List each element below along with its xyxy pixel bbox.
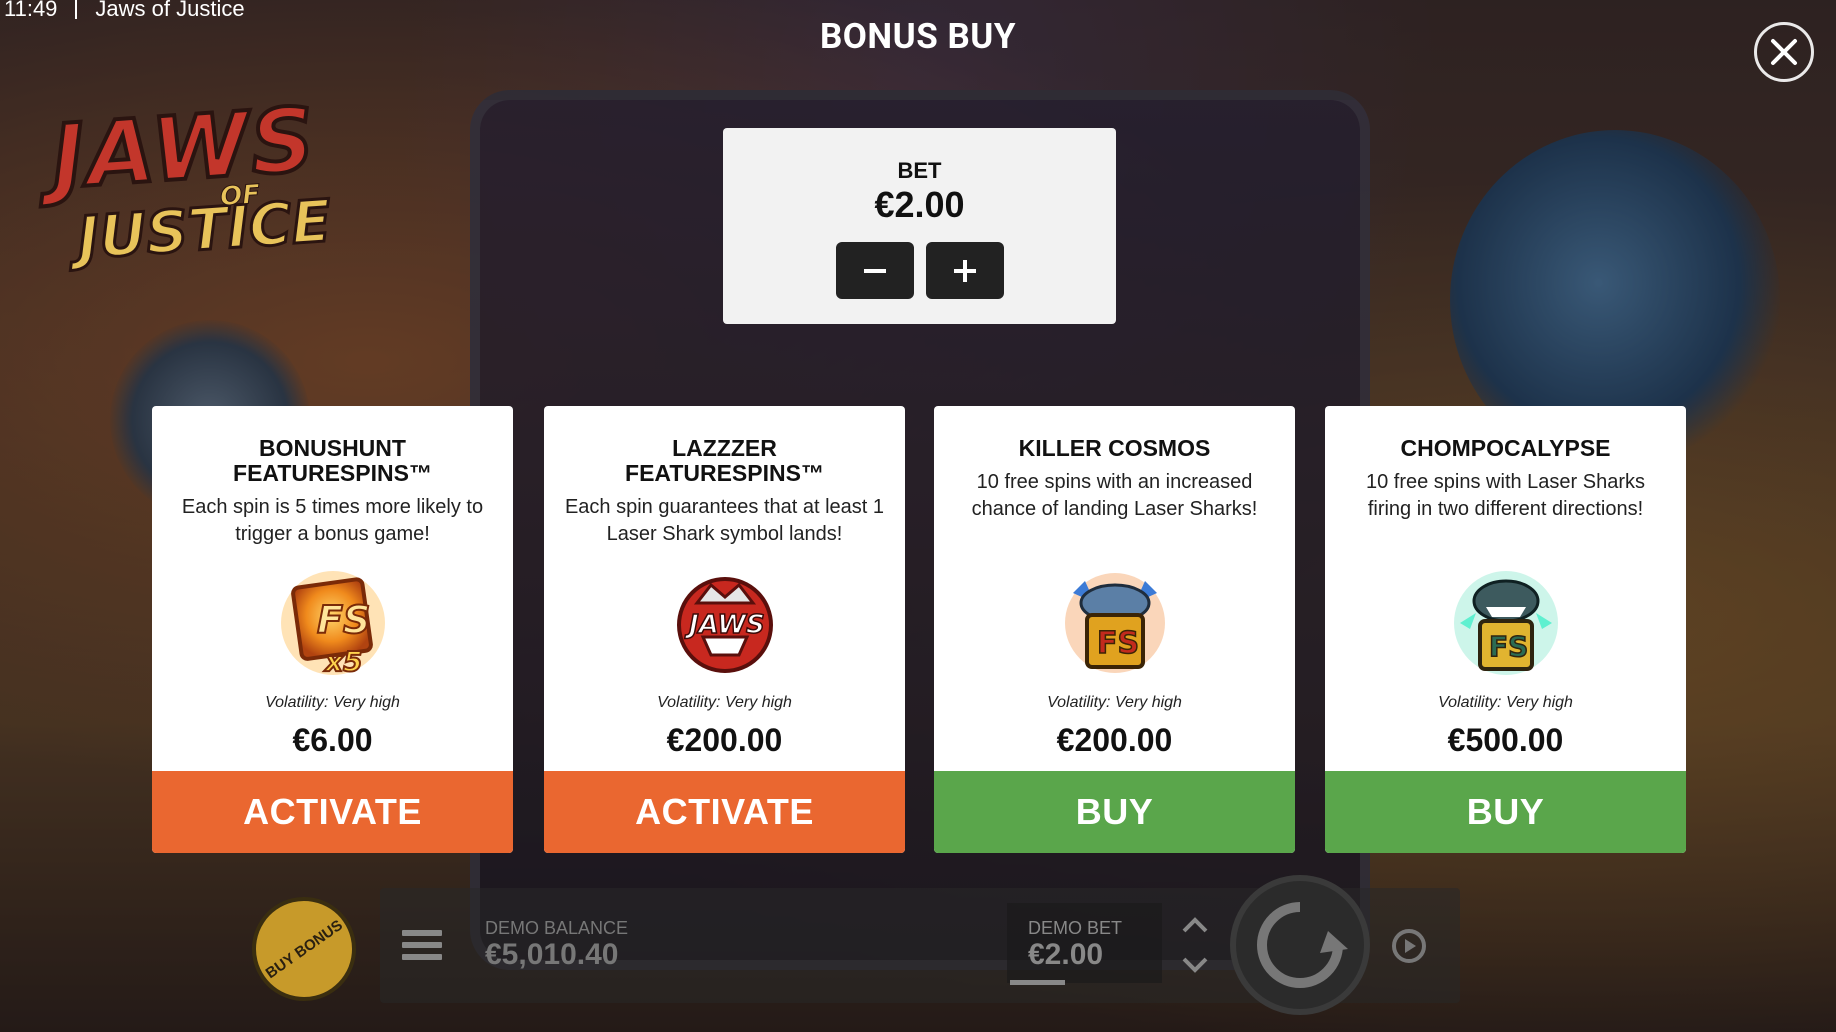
card-volatility: Volatility: Very high	[1047, 694, 1182, 711]
card-price: €500.00	[1447, 722, 1564, 758]
logo-of-text: OF	[219, 179, 262, 213]
card-title: BONUSHUNT FEATURESPINS™	[233, 435, 432, 486]
svg-text:FS: FS	[1097, 626, 1139, 661]
bet-label: BET	[897, 158, 942, 183]
autoplay-button[interactable]	[1385, 922, 1433, 970]
buy-bonus-label: BUY BONUS	[262, 916, 346, 982]
card-price: €200.00	[1056, 722, 1173, 758]
modal-title: BONUS BUY	[819, 16, 1017, 57]
card-description: 10 free spins with an increased chance o…	[971, 471, 1258, 520]
bet-controls	[723, 242, 1116, 299]
svg-text:FS: FS	[317, 598, 370, 642]
demo-balance-label: DEMO BALANCE	[485, 918, 629, 938]
svg-text:JAWS: JAWS	[684, 610, 765, 640]
card-title: LAZZZER FEATURESPINS™	[625, 435, 824, 486]
buy-button[interactable]: BUY	[1325, 771, 1686, 853]
card-description: 10 free spins with Laser Sharks firing i…	[1365, 471, 1646, 520]
card-volatility: Volatility: Very high	[657, 694, 792, 711]
chompocalypse-shark-fs-icon: FS	[1453, 571, 1558, 675]
card-icon-container: FS	[1325, 558, 1686, 688]
spin-button[interactable]	[1230, 875, 1370, 1015]
feature-card-bonushunt: BONUSHUNT FEATURESPINS™ Each spin is 5 t…	[152, 406, 513, 853]
demo-bet-indicator	[1010, 980, 1065, 985]
spin-icon	[1257, 902, 1348, 988]
menu-icon[interactable]	[402, 930, 442, 964]
activate-button[interactable]: ACTIVATE	[152, 771, 513, 853]
card-description: Each spin guarantees that at least 1 Las…	[564, 496, 885, 545]
demo-bet-label: DEMO BET	[1028, 918, 1123, 938]
close-button[interactable]	[1754, 22, 1814, 82]
card-icon-container: FS	[934, 558, 1295, 688]
increase-bet-button[interactable]	[925, 242, 1004, 299]
card-price: €200.00	[666, 722, 783, 758]
bet-down-chevron-icon[interactable]	[1180, 954, 1210, 976]
jaws-shark-badge-icon: JAWS	[676, 577, 773, 673]
card-icon-container: FS x5	[152, 558, 513, 688]
card-icon-container: JAWS	[544, 558, 905, 688]
killer-cosmos-shark-fs-icon: FS	[1064, 573, 1165, 673]
bonushunt-fs-x5-icon: FS x5	[280, 571, 385, 679]
demo-bet-value: €2.00	[1028, 938, 1104, 971]
feature-card-chompocalypse: CHOMPOCALYPSE 10 free spins with Laser S…	[1325, 406, 1686, 853]
card-volatility: Volatility: Very high	[265, 694, 400, 711]
minus-icon	[863, 260, 886, 282]
bet-value: €2.00	[874, 184, 965, 225]
buy-button[interactable]: BUY	[934, 771, 1295, 853]
card-price: €6.00	[292, 722, 373, 758]
decrease-bet-button[interactable]	[835, 242, 914, 299]
demo-balance-value: €5,010.40	[485, 938, 619, 971]
close-icon	[1771, 39, 1797, 65]
card-title: CHOMPOCALYPSE	[1400, 435, 1611, 461]
feature-card-lazzzer: LAZZZER FEATURESPINS™ Each spin guarante…	[544, 406, 905, 853]
card-description: Each spin is 5 times more likely to trig…	[181, 496, 484, 545]
bet-up-chevron-icon[interactable]	[1180, 914, 1210, 936]
bet-panel: BET €2.00	[723, 128, 1116, 324]
activate-button[interactable]: ACTIVATE	[544, 771, 905, 853]
plus-icon	[953, 259, 976, 282]
card-title: KILLER COSMOS	[1018, 435, 1211, 461]
autoplay-icon	[1392, 929, 1426, 963]
card-volatility: Volatility: Very high	[1438, 694, 1573, 711]
game-logo: JAWS JUSTICE OF	[9, 82, 410, 279]
svg-text:FS: FS	[1489, 630, 1528, 663]
feature-card-killer-cosmos: KILLER COSMOS 10 free spins with an incr…	[934, 406, 1295, 853]
svg-text:x5: x5	[323, 645, 363, 678]
